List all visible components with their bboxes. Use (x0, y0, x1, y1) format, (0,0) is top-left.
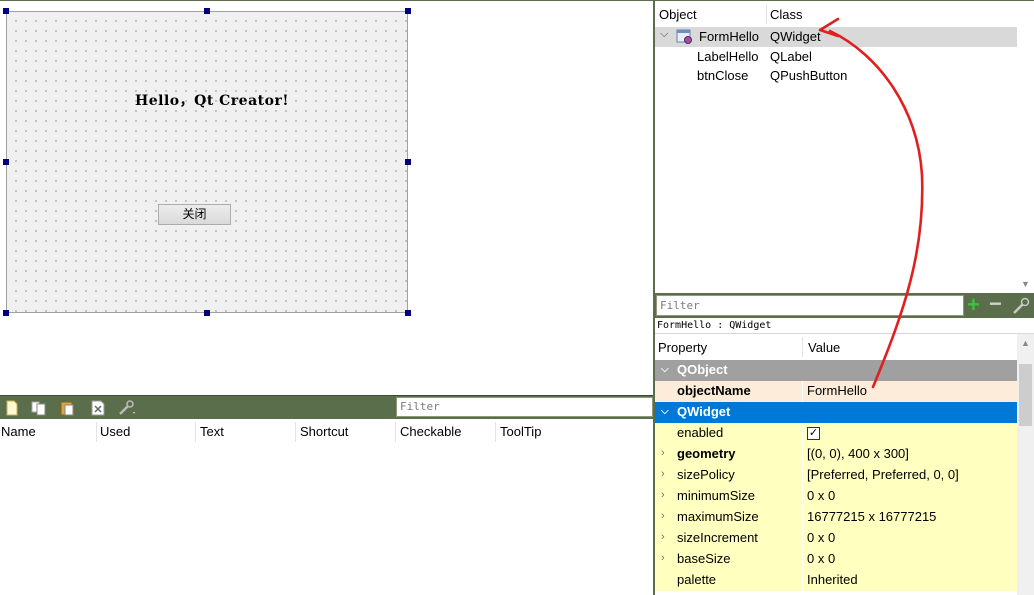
object-inspector: Object Class ⌵ FormHello QWidget LabelHe… (655, 0, 1034, 294)
configure-icon[interactable] (1011, 296, 1031, 316)
expand-arrow-icon[interactable]: › (661, 552, 665, 564)
property-row-palette[interactable]: palette Inherited (655, 570, 1017, 591)
object-class: QLabel (770, 49, 812, 64)
tree-row-formhello[interactable]: ⌵ FormHello QWidget (655, 27, 1017, 47)
action-list[interactable] (0, 444, 653, 595)
widget-icon (676, 29, 692, 44)
column-property[interactable]: Property (658, 340, 707, 355)
property-row-minimumsize[interactable]: › minimumSize 0 x 0 (655, 486, 1017, 507)
column-text[interactable]: Text (200, 424, 224, 439)
property-row-sizepolicy[interactable]: › sizePolicy [Preferred, Preferred, 0, 0… (655, 465, 1017, 486)
close-button[interactable]: 关闭 (158, 204, 231, 225)
resize-handle-top[interactable] (204, 8, 210, 14)
property-row-sizeincrement[interactable]: › sizeIncrement 0 x 0 (655, 528, 1017, 549)
add-dynamic-property-icon[interactable]: + (967, 294, 985, 316)
tree-row-btnclose[interactable]: btnClose QPushButton (655, 66, 1017, 86)
label-hello[interactable]: Hello，Qt Creator! (127, 90, 297, 110)
enabled-checkbox[interactable]: ✓ (807, 427, 820, 440)
resize-handle-top-right[interactable] (405, 8, 411, 14)
object-name: FormHello (699, 29, 759, 44)
expand-arrow-icon[interactable]: › (661, 531, 665, 543)
property-row-maximumsize[interactable]: › maximumSize 16777215 x 16777215 (655, 507, 1017, 528)
resize-handle-top-left[interactable] (3, 8, 9, 14)
object-filter-input[interactable]: Filter (656, 295, 964, 316)
remove-dynamic-property-icon[interactable]: − (989, 293, 1007, 315)
column-shortcut[interactable]: Shortcut (300, 424, 348, 439)
property-row-objectname[interactable]: objectName FormHello (655, 381, 1017, 402)
object-filter-bar: Filter + − (655, 293, 1034, 318)
property-row-basesize[interactable]: › baseSize 0 x 0 (655, 549, 1017, 570)
configure-icon[interactable] (117, 399, 135, 417)
column-tooltip[interactable]: ToolTip (500, 424, 541, 439)
column-used[interactable]: Used (100, 424, 130, 439)
object-name: btnClose (697, 68, 749, 83)
property-row-enabled[interactable]: enabled ✓ (655, 423, 1017, 444)
action-table-header: Name Used Text Shortcut Checkable ToolTi… (0, 420, 653, 444)
copy-action-icon[interactable] (30, 399, 48, 417)
resize-handle-bottom[interactable] (204, 310, 210, 316)
column-class[interactable]: Class (770, 7, 803, 22)
column-value[interactable]: Value (808, 340, 840, 355)
tree-row-labelhello[interactable]: LabelHello QLabel (655, 47, 1017, 67)
group-qwidget[interactable]: ⌵ QWidget (655, 402, 1017, 423)
expand-arrow-icon[interactable]: › (661, 510, 665, 522)
form-widget[interactable]: Hello，Qt Creator! 关闭 (6, 11, 408, 313)
expand-arrow-icon[interactable]: › (661, 489, 665, 501)
expand-arrow-icon[interactable]: › (661, 468, 665, 480)
column-name[interactable]: Name (1, 424, 36, 439)
collapse-arrow-icon[interactable]: ⌵ (661, 406, 669, 417)
scrollbar-thumb[interactable] (1019, 364, 1032, 426)
resize-handle-bottom-right[interactable] (405, 310, 411, 316)
resize-handle-right[interactable] (405, 159, 411, 165)
property-editor-header: Property Value (655, 334, 1017, 360)
collapse-arrow-icon[interactable]: ⌵ (661, 364, 669, 375)
property-editor-scrollbar[interactable]: ▲ (1017, 334, 1034, 595)
expand-arrow-icon[interactable]: › (661, 447, 665, 459)
current-object-caption: FormHello : QWidget (655, 318, 1034, 334)
delete-action-icon[interactable] (89, 399, 107, 417)
property-editor: Property Value ⌵ QObject objectName Form… (655, 334, 1034, 595)
collapse-arrow-icon[interactable]: ⌵ (660, 28, 668, 41)
column-checkable[interactable]: Checkable (400, 424, 461, 439)
new-action-icon[interactable] (3, 399, 21, 417)
object-inspector-scrollbar[interactable]: ▼ (1017, 27, 1034, 294)
paste-action-icon[interactable] (58, 399, 76, 417)
scroll-up-arrow-icon[interactable]: ▲ (1021, 338, 1030, 348)
column-object[interactable]: Object (659, 7, 697, 22)
resize-handle-left[interactable] (3, 159, 9, 165)
action-filter-input[interactable]: Filter (396, 397, 653, 417)
property-row-geometry[interactable]: › geometry [(0, 0), 400 x 300] (655, 444, 1017, 465)
object-class: QPushButton (770, 68, 848, 83)
resize-handle-bottom-left[interactable] (3, 310, 9, 316)
scroll-down-arrow-icon[interactable]: ▼ (1021, 279, 1030, 289)
object-class: QWidget (770, 29, 821, 44)
form-design-canvas[interactable]: Hello，Qt Creator! 关闭 (0, 0, 653, 395)
group-qobject[interactable]: ⌵ QObject (655, 360, 1017, 381)
object-name: LabelHello (697, 49, 759, 64)
